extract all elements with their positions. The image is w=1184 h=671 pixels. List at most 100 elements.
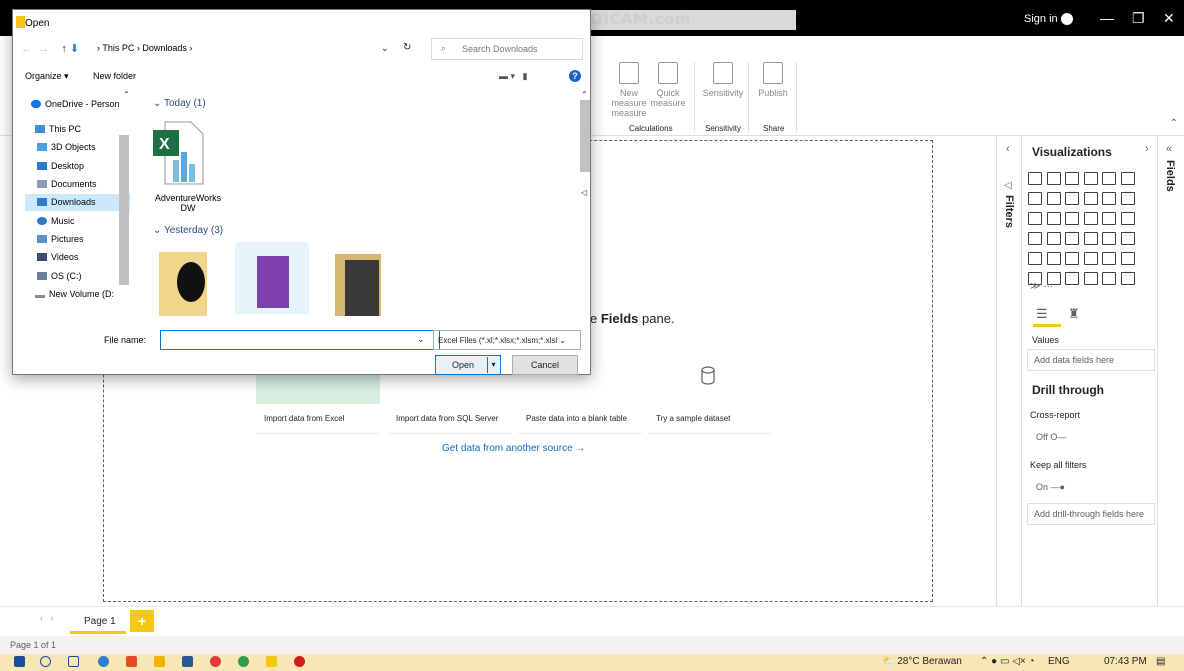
weather-widget[interactable]: ⛅ 28°C Berawan [882,656,962,667]
sign-in-link[interactable]: Sign in [1024,13,1058,25]
add-page-button[interactable]: + [130,610,154,632]
app-icon-red[interactable] [210,656,221,667]
nav-pictures[interactable]: Pictures [37,234,84,244]
nav-downloads[interactable]: Downloads [37,197,96,207]
tab-page-1[interactable]: Page 1 [70,610,126,634]
minimize-button[interactable]: — [1100,10,1114,26]
account-avatar[interactable] [1061,13,1073,25]
tray-icons[interactable]: ⌃ ● ▭ ◁× ◔ [980,656,1035,667]
stacked-bar-icon[interactable] [1028,172,1042,185]
line-column-icon[interactable] [1083,192,1098,205]
paginated-icon[interactable] [1083,272,1098,285]
page-nav-arrows[interactable]: ‹ › [40,613,54,623]
card-icon[interactable] [1083,232,1098,245]
more-visuals-icon[interactable]: ≫ ··· [1030,281,1053,292]
clock[interactable]: 07:43 PM [1104,656,1147,667]
map-icon[interactable] [1028,232,1042,245]
file-archive-1[interactable] [159,252,207,316]
nav-os-drive[interactable]: OS (C:) [37,271,82,281]
nav-3d-objects[interactable]: 3D Objects [37,142,96,152]
scroll-up-icon[interactable]: ⌃ [123,90,130,99]
expand-fields-icon[interactable]: « [1166,143,1172,155]
clustered-column-icon[interactable] [1083,172,1098,185]
python-visual-icon[interactable] [1102,252,1116,265]
edge-icon[interactable] [98,656,109,667]
file-type-select[interactable]: Excel Files (*.xl;*.xlsx;*.xlsm;*.xlsl ⌄ [433,330,581,350]
language-indicator[interactable]: ENG [1048,656,1070,667]
media-icon[interactable] [126,656,137,667]
word-icon[interactable] [182,656,193,667]
expand-viz-icon[interactable]: › [1145,143,1149,155]
power-bi-icon[interactable] [266,656,277,667]
narrative-icon[interactable] [1065,272,1079,285]
ribbon-chart-icon[interactable] [1120,192,1135,205]
file-explorer-icon[interactable] [154,656,165,667]
sample-dataset-tile[interactable]: Try a sample dataset [648,348,772,434]
power-automate-icon[interactable] [1120,272,1135,285]
address-dropdown-icon[interactable]: ⌄ [381,43,389,54]
search-icon[interactable] [40,656,51,667]
format-paint-icon[interactable]: ♜ [1068,306,1080,322]
file-rar-archive[interactable] [235,242,309,314]
line-chart-icon[interactable] [1028,192,1042,205]
files-scrollbar[interactable] [580,100,590,172]
group-yesterday[interactable]: ⌄ Yesterday (3) [153,225,223,236]
pie-icon[interactable] [1083,212,1098,225]
stacked-column-icon[interactable] [1046,172,1061,185]
file-name-input[interactable] [160,330,440,350]
multirow-card-icon[interactable] [1102,232,1116,245]
notification-icon[interactable]: ▤ [1156,656,1165,667]
open-split-dropdown[interactable]: ▾ [487,357,499,373]
file-folder-3[interactable] [335,254,381,316]
record-icon[interactable] [294,656,305,667]
new-folder-button[interactable]: New folder [93,71,136,81]
gauge-icon[interactable] [1065,232,1079,245]
filled-map-icon[interactable] [1046,232,1061,245]
file-adventureworks[interactable]: X [151,120,211,186]
nav-music[interactable]: Music [37,216,75,226]
cross-report-toggle[interactable]: Off O— [1036,432,1066,442]
address-bar[interactable]: › This PC › Downloads › [97,39,427,60]
nav-new-volume[interactable]: New Volume (D: [35,289,114,299]
nav-scrollbar[interactable] [119,135,129,285]
scatter-icon[interactable] [1065,212,1079,225]
app-icon-green[interactable] [238,656,249,667]
refresh-icon[interactable]: ↻ [403,42,411,53]
drill-through-drop-well[interactable]: Add drill-through fields here [1027,503,1155,525]
start-icon[interactable] [14,656,25,667]
donut-icon[interactable] [1102,212,1116,225]
cancel-button[interactable]: Cancel [512,355,578,375]
waterfall-icon[interactable] [1028,212,1042,225]
organize-menu[interactable]: Organize ▾ [25,71,69,82]
nav-this-pc[interactable]: This PC [35,124,81,134]
build-visual-icon[interactable]: ☰ [1036,306,1048,322]
power-apps-icon[interactable] [1102,272,1116,285]
key-influencers-icon[interactable] [1120,252,1135,265]
100-bar-icon[interactable] [1102,172,1116,185]
keep-filters-toggle[interactable]: On —● [1036,482,1065,492]
help-icon[interactable]: ? [569,70,581,82]
funnel-icon[interactable] [1046,212,1061,225]
treemap-icon[interactable] [1120,212,1135,225]
nav-documents[interactable]: Documents [37,179,97,189]
group-today[interactable]: ⌄ Today (1) [153,98,206,109]
scroll-up-icon[interactable]: ⌃ [581,90,588,99]
get-data-link[interactable]: Get data from another source → [442,443,585,454]
collapse-filters-icon[interactable]: ‹ [1006,143,1010,155]
close-button[interactable]: ✕ [1163,10,1175,27]
table-visual-icon[interactable] [1046,252,1061,265]
quick-measure-button[interactable]: Quick measure [643,62,693,108]
values-drop-well[interactable]: Add data fields here [1027,349,1155,371]
view-options[interactable]: ▬ ▾ ▮ [499,71,527,82]
kpi-icon[interactable] [1120,232,1135,245]
up-icon[interactable]: ↑ [61,43,67,55]
file-name-dropdown-icon[interactable]: ⌄ [417,334,425,345]
sensitivity-button[interactable]: Sensitivity [698,62,748,98]
scroll-down-icon[interactable]: ◁ [581,188,587,197]
clustered-bar-icon[interactable] [1065,172,1079,185]
area-chart-icon[interactable] [1046,192,1061,205]
r-visual-icon[interactable] [1083,252,1098,265]
restore-button[interactable]: ❐ [1132,10,1145,27]
search-input[interactable]: Search Downloads [431,38,583,60]
line-clustered-icon[interactable] [1102,192,1116,205]
